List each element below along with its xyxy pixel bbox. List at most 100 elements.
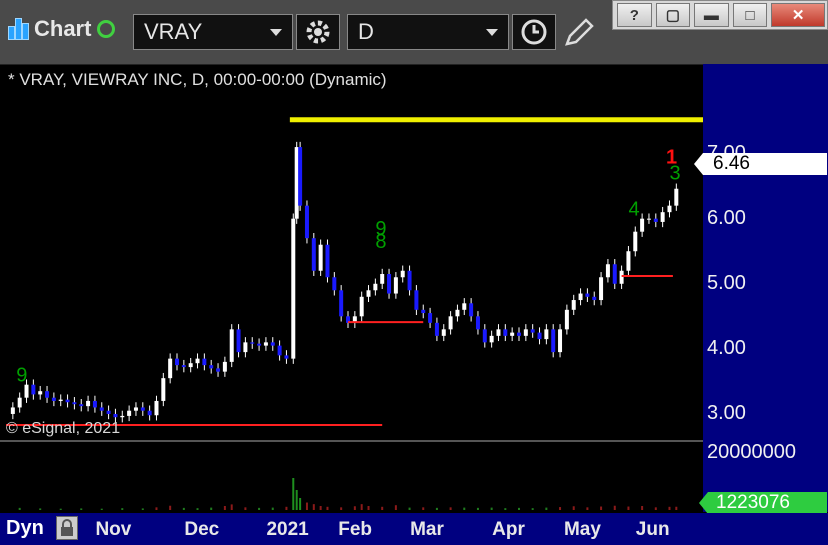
- candle-body: [86, 400, 91, 407]
- volume-bar: [292, 478, 295, 510]
- volume-bar: [271, 507, 274, 510]
- candle-body: [592, 296, 597, 301]
- month-label: Mar: [410, 519, 444, 540]
- volume-bar: [394, 505, 397, 510]
- candle-body: [660, 212, 665, 222]
- volume-bar: [586, 507, 589, 510]
- candle-body: [270, 342, 275, 346]
- candle-body: [277, 345, 282, 356]
- candle-body: [653, 218, 658, 222]
- candle-body: [578, 293, 583, 301]
- copyright-text: © eSignal, 2021: [6, 420, 121, 437]
- month-label: Dec: [184, 519, 220, 540]
- candle-body: [222, 361, 227, 372]
- candle-body: [304, 205, 309, 239]
- volume-bar: [490, 507, 493, 510]
- lock-icon: [61, 519, 73, 536]
- candle-body: [530, 329, 535, 333]
- candle-body: [571, 300, 576, 310]
- volume-bar: [141, 508, 144, 510]
- candle-body: [441, 329, 446, 336]
- candle-body: [544, 329, 549, 340]
- candle-body: [216, 368, 221, 372]
- volume-bar: [476, 507, 479, 510]
- candle-body: [236, 329, 241, 353]
- close-button[interactable]: ✕: [771, 3, 825, 27]
- candle-body: [250, 342, 255, 344]
- candle-body: [475, 316, 480, 330]
- volume-bar: [627, 506, 630, 510]
- candle-body: [311, 238, 316, 271]
- month-label: Jun: [635, 519, 670, 540]
- volume-bar: [295, 490, 298, 510]
- candle-body: [558, 329, 563, 353]
- signal-label: 1: [666, 146, 677, 168]
- candle-body: [106, 410, 111, 414]
- candle-body: [79, 404, 84, 407]
- volume-bar: [39, 508, 42, 510]
- candle-body: [263, 342, 268, 346]
- volume-bar: [299, 498, 302, 510]
- volume-bar: [559, 507, 562, 510]
- volume-bar: [572, 506, 575, 510]
- candle-body: [667, 205, 672, 213]
- volume-bar: [285, 506, 288, 510]
- month-label: Nov: [95, 519, 132, 540]
- lock-button[interactable]: [56, 516, 78, 540]
- dynamic-mode-label[interactable]: Dyn: [6, 517, 44, 540]
- volume-bar: [326, 506, 329, 510]
- chart-title: * VRAY, VIEWRAY INC, D, 00:00-00:00 (Dyn…: [8, 70, 387, 89]
- pane-divider[interactable]: [0, 440, 703, 442]
- volume-bar: [182, 507, 185, 510]
- volume-bar: [641, 506, 644, 510]
- volume-bar: [18, 507, 21, 510]
- volume-bar: [100, 508, 103, 510]
- candle-body: [140, 407, 145, 411]
- candle-body: [585, 293, 590, 297]
- volume-bar: [305, 502, 308, 510]
- volume-bar: [340, 507, 343, 510]
- volume-bar: [121, 508, 124, 510]
- volume-bar: [600, 506, 603, 510]
- volume-bar: [613, 505, 616, 510]
- price-axis-tick: 5.00: [707, 271, 746, 294]
- candle-body: [58, 399, 63, 401]
- candle-body: [72, 402, 77, 405]
- candle-body: [366, 290, 371, 297]
- candle-body: [31, 384, 36, 395]
- candle-body: [291, 218, 296, 359]
- candle-body: [605, 264, 610, 278]
- candle-body: [551, 329, 556, 353]
- candle-body: [517, 332, 521, 336]
- candle-body: [400, 270, 405, 278]
- candle-body: [414, 290, 419, 310]
- candle-body: [373, 283, 378, 291]
- candle-body: [469, 303, 474, 317]
- volume-bar: [59, 508, 62, 510]
- candle-body: [51, 397, 56, 401]
- candle-body: [147, 410, 152, 416]
- candle-body: [640, 218, 645, 232]
- volume-bar: [422, 507, 425, 510]
- month-label: 2021: [266, 519, 309, 540]
- volume-axis-tick: 20000000: [707, 441, 796, 463]
- candle-body: [448, 316, 453, 330]
- volume-bar: [230, 504, 233, 510]
- price-axis[interactable]: [703, 64, 828, 440]
- candle-body: [10, 407, 15, 414]
- volume-bar: [668, 506, 671, 510]
- candle-body: [188, 363, 193, 368]
- candle-body: [428, 313, 433, 323]
- candle-body: [181, 365, 186, 368]
- price-axis-tick: 4.00: [707, 336, 746, 359]
- candle-body: [325, 244, 330, 278]
- maximize-button[interactable]: □: [732, 3, 768, 27]
- candle-body: [633, 231, 638, 252]
- candle-body: [175, 358, 179, 366]
- candle-body: [537, 332, 542, 340]
- volume-bar: [258, 507, 261, 510]
- candle-body: [24, 384, 29, 398]
- candle-body: [161, 378, 166, 401]
- candle-body: [482, 329, 487, 343]
- candle-body: [612, 264, 617, 284]
